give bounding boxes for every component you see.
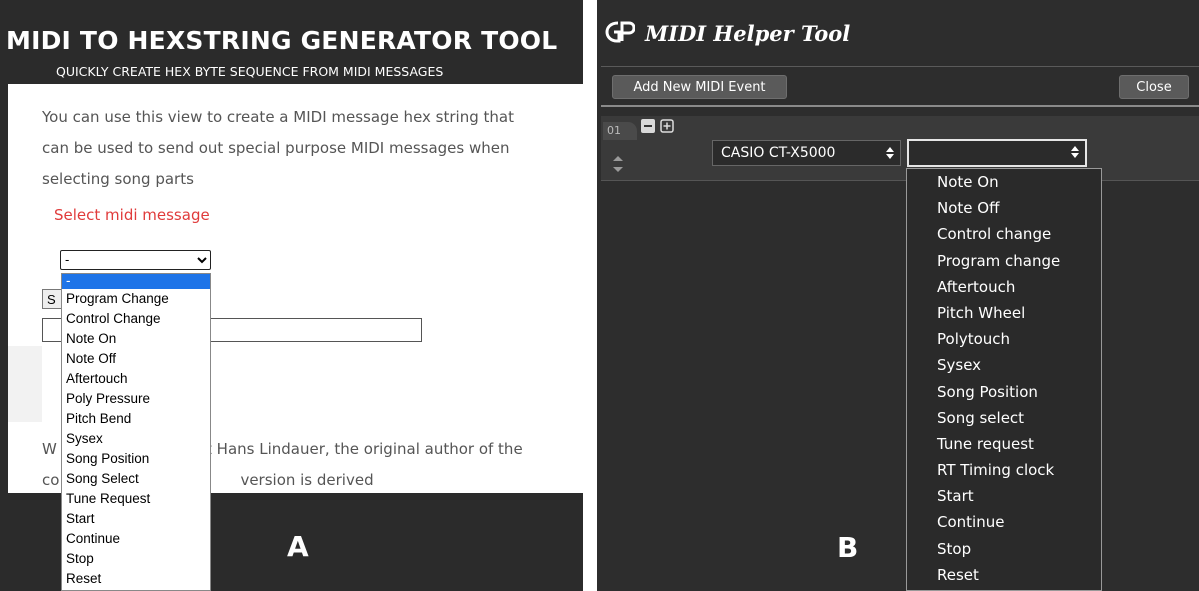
dropdown-option[interactable]: RT Timing clock <box>907 457 1101 483</box>
description: You can use this view to create a MIDI m… <box>42 102 542 195</box>
device-value: CASIO CT-X5000 <box>721 145 836 161</box>
dropdown-option[interactable]: Pitch Wheel <box>907 300 1101 326</box>
dropdown-option[interactable]: Start <box>907 483 1101 509</box>
dropdown-option[interactable]: Stop <box>907 536 1101 562</box>
divider <box>601 105 1199 107</box>
row-number: 01 <box>603 122 637 140</box>
generate-button-label: S <box>47 292 56 307</box>
panel-letter-b: B <box>837 531 859 564</box>
dropdown-option[interactable]: Control change <box>907 221 1101 247</box>
dropdown-option[interactable]: Sysex <box>907 352 1101 378</box>
dropdown-option[interactable]: Song select <box>907 405 1101 431</box>
dropdown-option[interactable]: Start <box>62 509 210 529</box>
panel-a-header: MIDI TO HEXSTRING GENERATOR TOOL QUICKLY… <box>0 0 583 84</box>
message-type-dropdown[interactable]: Note On Note Off Control change Program … <box>906 168 1102 591</box>
dropdown-option[interactable]: Stop <box>62 549 210 569</box>
dropdown-option[interactable]: Aftertouch <box>62 369 210 389</box>
dropdown-option[interactable]: Song Select <box>62 469 210 489</box>
plus-box-icon[interactable] <box>660 119 674 133</box>
message-type-select[interactable] <box>907 139 1087 167</box>
midi-message-dropdown[interactable]: - Program Change Control Change Note On … <box>61 273 211 591</box>
credit-middle: it Hans Lindauer, the original author of… <box>201 440 523 458</box>
dropdown-option[interactable]: Program Change <box>62 289 210 309</box>
dropdown-option[interactable]: Continue <box>62 529 210 549</box>
dropdown-option[interactable]: Note On <box>907 169 1101 195</box>
dropdown-option[interactable]: Song Position <box>62 449 210 469</box>
gp-logo-icon <box>605 21 635 43</box>
page-title: MIDI TO HEXSTRING GENERATOR TOOL <box>6 26 558 55</box>
dropdown-option[interactable]: Tune Request <box>62 489 210 509</box>
dropdown-option[interactable]: Note Off <box>62 349 210 369</box>
midi-event-row: 01 CASIO CT-X5000 <box>601 116 1199 181</box>
credit-start: W <box>42 440 57 458</box>
dropdown-option[interactable]: Tune request <box>907 431 1101 457</box>
dropdown-option[interactable]: Pitch Bend <box>62 409 210 429</box>
dropdown-option[interactable]: Poly Pressure <box>62 389 210 409</box>
description-line: can be used to send out special purpose … <box>42 139 510 157</box>
generate-button[interactable]: S <box>42 289 62 309</box>
page-subtitle: QUICKLY CREATE HEX BYTE SEQUENCE FROM MI… <box>56 64 444 79</box>
midi-message-select[interactable]: - <box>60 250 211 270</box>
panel-a-midi-hexstring-tool: MIDI TO HEXSTRING GENERATOR TOOL QUICKLY… <box>0 0 583 591</box>
dropdown-option[interactable]: - <box>62 274 210 289</box>
select-arrows-icon <box>1071 146 1079 158</box>
dropdown-option[interactable]: Note Off <box>907 195 1101 221</box>
app-title: MIDI Helper Tool <box>645 21 851 46</box>
minus-icon[interactable] <box>641 119 655 133</box>
credit-line2-start: co <box>42 471 60 489</box>
description-line: selecting song parts <box>42 170 194 188</box>
dropdown-option[interactable]: Reset <box>907 562 1101 588</box>
chevron-down-icon <box>197 257 207 264</box>
up-down-arrows-icon[interactable] <box>611 154 625 174</box>
panel-divider <box>583 0 597 591</box>
dropdown-option[interactable]: Sysex <box>62 429 210 449</box>
description-line: You can use this view to create a MIDI m… <box>42 108 514 126</box>
dropdown-option[interactable]: Reset <box>62 569 210 589</box>
credit-line2-end: version is derived <box>240 471 374 489</box>
close-button[interactable]: Close <box>1119 75 1189 99</box>
select-midi-message-label: Select midi message <box>54 206 210 224</box>
panel-b-midi-helper-tool: MIDI Helper Tool Add New MIDI Event Clos… <box>597 0 1199 591</box>
add-midi-event-button[interactable]: Add New MIDI Event <box>612 75 787 99</box>
select-value: - <box>65 252 70 267</box>
dropdown-option[interactable]: Note On <box>62 329 210 349</box>
divider <box>601 66 1199 67</box>
select-arrows-icon <box>886 147 894 159</box>
panel-letter-a: A <box>287 530 309 563</box>
dropdown-option[interactable]: Continue <box>907 509 1101 535</box>
divider-strip <box>8 346 42 422</box>
dropdown-option[interactable]: Aftertouch <box>907 274 1101 300</box>
dropdown-option[interactable]: Song Position <box>907 379 1101 405</box>
dropdown-option[interactable]: Polytouch <box>907 326 1101 352</box>
device-select[interactable]: CASIO CT-X5000 <box>712 140 901 166</box>
dropdown-option[interactable]: Control Change <box>62 309 210 329</box>
dropdown-option[interactable]: Program change <box>907 248 1101 274</box>
